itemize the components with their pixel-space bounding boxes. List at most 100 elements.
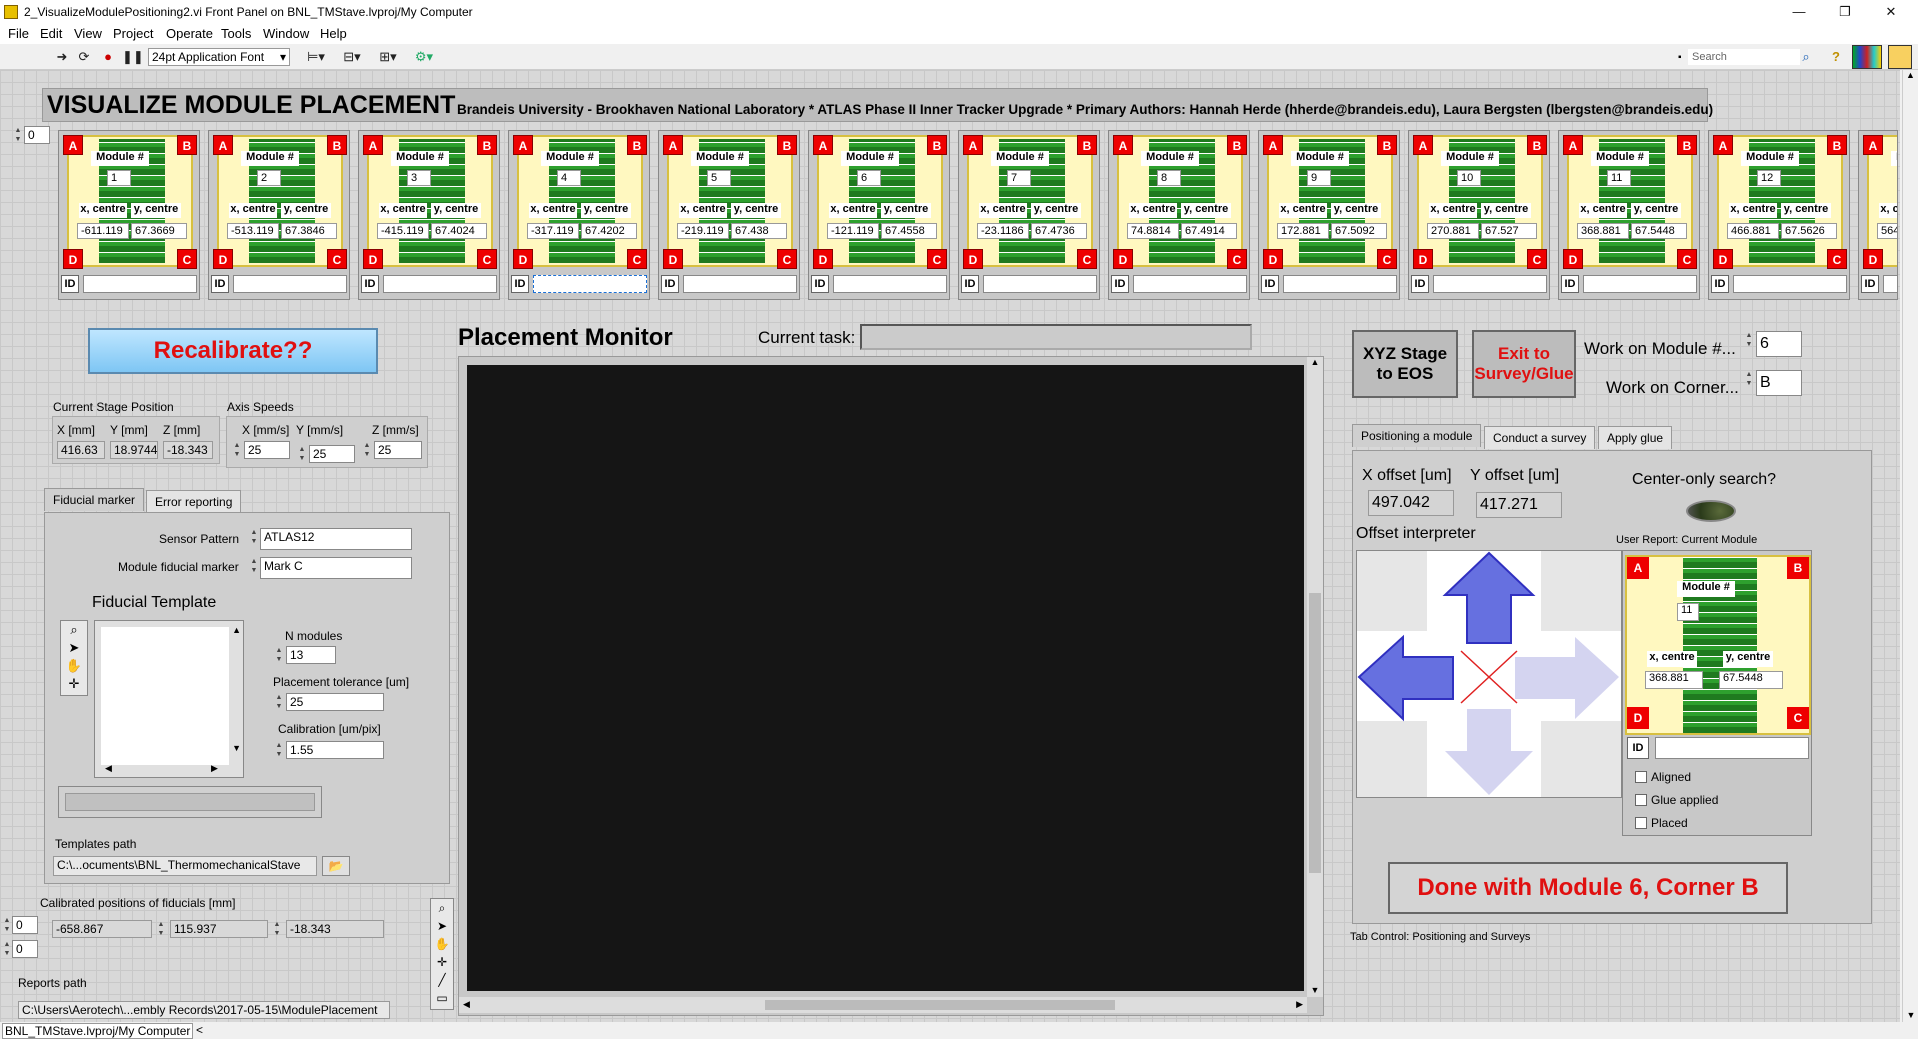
id-field[interactable] [1583, 275, 1697, 293]
monitor-hscroll-thumb[interactable] [765, 1000, 1115, 1010]
work-module-spinner[interactable]: ▲ ▼ [1744, 331, 1754, 349]
abort-icon[interactable]: ● [100, 49, 116, 65]
run-arrow-icon[interactable]: ➜ [54, 49, 70, 65]
templates-path-input[interactable]: C:\...ocuments\BNL_ThermomechanicalStave [53, 856, 317, 876]
run-continuously-icon[interactable]: ⟳ [76, 49, 92, 65]
id-field[interactable] [833, 275, 947, 293]
recalibrate-button[interactable]: Recalibrate?? [88, 328, 378, 374]
id-field[interactable] [233, 275, 347, 293]
monitor-vscroll[interactable]: ▲ ▼ [1307, 357, 1323, 997]
menu-view[interactable]: View [74, 26, 102, 41]
scroll-up-icon[interactable]: ▲ [1307, 357, 1323, 367]
id-field[interactable] [1283, 275, 1397, 293]
id-field[interactable] [533, 275, 647, 293]
pointer-icon[interactable]: ➤ [61, 639, 87, 657]
zoom-icon[interactable]: ⌕ [431, 899, 453, 917]
calibrated-index1-spinner[interactable]: ▲ ▼ [2, 916, 12, 934]
scroll-up-icon[interactable]: ▲ [232, 625, 241, 635]
calibrated-index1[interactable]: 0 [12, 916, 38, 934]
placement-monitor-display[interactable]: ▲ ▼ ◀ ▶ [458, 356, 1324, 1016]
speed-y-input[interactable]: 25 [309, 445, 355, 463]
panel-vscroll[interactable]: ▲ ▼ [1902, 70, 1918, 1022]
calibration-spinner[interactable]: ▲ ▼ [274, 741, 284, 759]
speed-z-input[interactable]: 25 [374, 441, 422, 459]
help-icon[interactable]: ? [1828, 49, 1844, 65]
font-select[interactable]: 24pt Application Font ▾ [148, 48, 290, 66]
rectangle-tool-icon[interactable]: ▭ [431, 989, 453, 1007]
minimize-button[interactable]: — [1776, 0, 1822, 24]
speed-y-spinner[interactable]: ▲ ▼ [297, 445, 307, 463]
done-with-module-button[interactable]: Done with Module 6, Corner B [1388, 862, 1788, 914]
close-button[interactable]: ✕ [1868, 0, 1914, 24]
calibration-input[interactable]: 1.55 [286, 741, 384, 759]
scroll-down-icon[interactable]: ▼ [1307, 985, 1323, 995]
work-corner-ring-arrows[interactable]: ▲ ▼ [1744, 370, 1754, 388]
placement-tolerance-input[interactable]: 25 [286, 693, 384, 711]
glue-applied-checkbox[interactable] [1635, 794, 1647, 806]
n-modules-input[interactable]: 13 [286, 646, 336, 664]
zoom-icon[interactable]: ⌕ [61, 621, 87, 639]
tab-apply-glue[interactable]: Apply glue [1598, 426, 1673, 449]
hand-icon[interactable]: ✋ [431, 935, 453, 953]
calibrated-index2[interactable]: 0 [12, 940, 38, 958]
pointer-icon[interactable]: ➤ [431, 917, 453, 935]
speed-x-input[interactable]: 25 [244, 441, 290, 459]
sensor-pattern-ring-arrows[interactable]: ▲ ▼ [249, 528, 259, 546]
browse-folder-icon[interactable]: 📂 [322, 856, 350, 876]
menu-operate[interactable]: Operate [166, 26, 213, 41]
camera-image[interactable] [467, 365, 1304, 991]
crosshair-icon[interactable]: ✛ [431, 953, 453, 971]
scroll-left-icon[interactable]: ◀ [105, 763, 112, 774]
scroll-left-icon[interactable]: ◀ [463, 999, 470, 1010]
search-icon[interactable]: ⌕ [1798, 49, 1814, 65]
placed-checkbox[interactable] [1635, 817, 1647, 829]
menu-help[interactable]: Help [320, 26, 347, 41]
reorder-icon[interactable]: ⚙▾ [410, 49, 438, 65]
xyz-stage-to-eos-button[interactable]: XYZ Stage to EOS [1352, 330, 1458, 398]
center-only-search-toggle[interactable] [1686, 500, 1736, 522]
menu-window[interactable]: Window [263, 26, 309, 41]
id-field[interactable] [1733, 275, 1847, 293]
work-corner-input[interactable]: B [1756, 370, 1802, 396]
menu-tools[interactable]: Tools [221, 26, 251, 41]
monitor-vscroll-thumb[interactable] [1309, 593, 1321, 873]
fiducial-marker-ring-arrows[interactable]: ▲ ▼ [249, 557, 259, 575]
id-field[interactable] [983, 275, 1097, 293]
menu-file[interactable]: File [8, 26, 29, 41]
menu-edit[interactable]: Edit [40, 26, 62, 41]
tab-fiducial-marker[interactable]: Fiducial marker [44, 488, 145, 511]
restore-button[interactable]: ❐ [1822, 0, 1868, 24]
fiducial-marker-select[interactable]: Mark C [260, 557, 412, 579]
scroll-left-icon[interactable]: < [196, 1023, 203, 1037]
hand-icon[interactable]: ✋ [61, 657, 87, 675]
array-index[interactable]: 0 [24, 126, 50, 144]
align-objects-icon[interactable]: ⊨▾ [302, 49, 330, 65]
fiducial-template-display[interactable]: ▲ ▼ ◀ ▶ [94, 620, 244, 778]
scroll-right-icon[interactable]: ▶ [211, 763, 218, 774]
sensor-pattern-select[interactable]: ATLAS12 [260, 528, 412, 550]
speed-z-spinner[interactable]: ▲ ▼ [362, 441, 372, 459]
scroll-down-icon[interactable]: ▼ [232, 743, 241, 753]
reports-path-input[interactable]: C:\Users\Aerotech\...embly Records\2017-… [18, 1001, 390, 1019]
tab-positioning-a-module[interactable]: Positioning a module [1352, 424, 1482, 447]
id-field[interactable] [1133, 275, 1247, 293]
search-input[interactable]: Search [1688, 49, 1800, 65]
distribute-objects-icon[interactable]: ⊟▾ [338, 49, 366, 65]
crosshair-icon[interactable]: ✛ [61, 675, 87, 693]
scroll-up-icon[interactable]: ▲ [1903, 70, 1918, 80]
pause-icon[interactable]: ❚❚ [122, 49, 144, 65]
line-tool-icon[interactable]: ╱ [431, 971, 453, 989]
id-field[interactable] [383, 275, 497, 293]
id-field[interactable] [683, 275, 797, 293]
speed-x-spinner[interactable]: ▲ ▼ [232, 441, 242, 459]
scroll-down-icon[interactable]: ▼ [1903, 1010, 1918, 1020]
monitor-hscroll[interactable]: ◀ ▶ [459, 997, 1307, 1013]
n-modules-spinner[interactable]: ▲ ▼ [274, 646, 284, 664]
scroll-right-icon[interactable]: ▶ [1296, 999, 1303, 1010]
exit-to-survey-glue-button[interactable]: Exit to Survey/Glue [1472, 330, 1576, 398]
tab-error-reporting[interactable]: Error reporting [146, 490, 242, 513]
id-field[interactable] [83, 275, 197, 293]
array-index-spinner[interactable]: ▲ ▼ [13, 126, 23, 144]
work-module-input[interactable]: 6 [1756, 331, 1802, 357]
id-field[interactable] [1883, 275, 1897, 293]
